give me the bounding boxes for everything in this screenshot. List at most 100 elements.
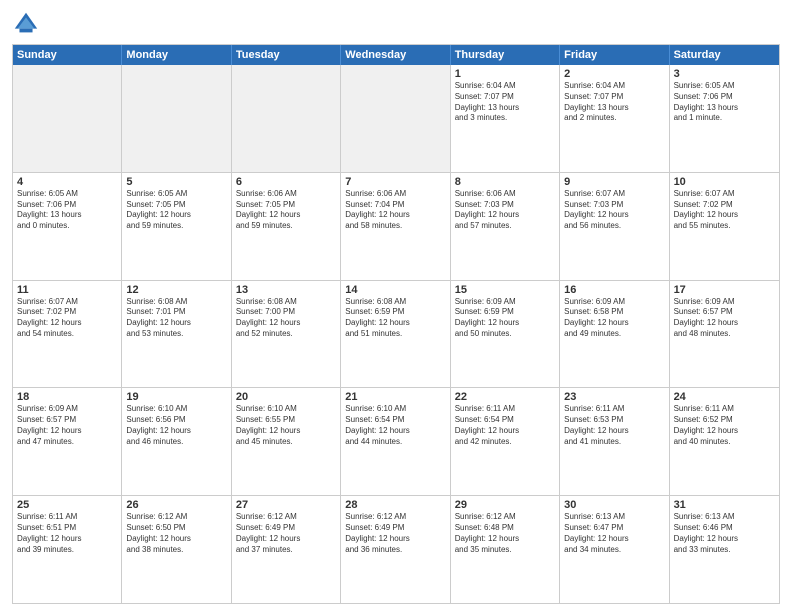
calendar: SundayMondayTuesdayWednesdayThursdayFrid… [12, 44, 780, 604]
calendar-cell: 18Sunrise: 6:09 AM Sunset: 6:57 PM Dayli… [13, 388, 122, 495]
day-number: 1 [455, 68, 555, 80]
day-info: Sunrise: 6:06 AM Sunset: 7:04 PM Dayligh… [345, 189, 445, 232]
calendar-cell: 4Sunrise: 6:05 AM Sunset: 7:06 PM Daylig… [13, 173, 122, 280]
day-number: 28 [345, 499, 445, 511]
calendar-header-cell: Sunday [13, 45, 122, 65]
calendar-cell: 9Sunrise: 6:07 AM Sunset: 7:03 PM Daylig… [560, 173, 669, 280]
calendar-cell [232, 65, 341, 172]
calendar-cell: 16Sunrise: 6:09 AM Sunset: 6:58 PM Dayli… [560, 281, 669, 388]
day-number: 22 [455, 391, 555, 403]
calendar-header-cell: Tuesday [232, 45, 341, 65]
day-number: 14 [345, 284, 445, 296]
day-info: Sunrise: 6:12 AM Sunset: 6:49 PM Dayligh… [345, 512, 445, 555]
calendar-row: 25Sunrise: 6:11 AM Sunset: 6:51 PM Dayli… [13, 495, 779, 603]
calendar-cell: 5Sunrise: 6:05 AM Sunset: 7:05 PM Daylig… [122, 173, 231, 280]
day-number: 24 [674, 391, 775, 403]
day-info: Sunrise: 6:11 AM Sunset: 6:51 PM Dayligh… [17, 512, 117, 555]
calendar-cell: 12Sunrise: 6:08 AM Sunset: 7:01 PM Dayli… [122, 281, 231, 388]
day-info: Sunrise: 6:10 AM Sunset: 6:55 PM Dayligh… [236, 404, 336, 447]
day-number: 25 [17, 499, 117, 511]
calendar-cell: 22Sunrise: 6:11 AM Sunset: 6:54 PM Dayli… [451, 388, 560, 495]
calendar-cell: 10Sunrise: 6:07 AM Sunset: 7:02 PM Dayli… [670, 173, 779, 280]
calendar-header-cell: Saturday [670, 45, 779, 65]
day-number: 10 [674, 176, 775, 188]
day-info: Sunrise: 6:13 AM Sunset: 6:47 PM Dayligh… [564, 512, 664, 555]
day-info: Sunrise: 6:08 AM Sunset: 7:00 PM Dayligh… [236, 297, 336, 340]
calendar-cell: 26Sunrise: 6:12 AM Sunset: 6:50 PM Dayli… [122, 496, 231, 603]
day-number: 23 [564, 391, 664, 403]
calendar-cell: 7Sunrise: 6:06 AM Sunset: 7:04 PM Daylig… [341, 173, 450, 280]
day-number: 18 [17, 391, 117, 403]
day-number: 9 [564, 176, 664, 188]
day-number: 15 [455, 284, 555, 296]
calendar-cell: 1Sunrise: 6:04 AM Sunset: 7:07 PM Daylig… [451, 65, 560, 172]
day-info: Sunrise: 6:11 AM Sunset: 6:54 PM Dayligh… [455, 404, 555, 447]
day-info: Sunrise: 6:06 AM Sunset: 7:05 PM Dayligh… [236, 189, 336, 232]
day-number: 6 [236, 176, 336, 188]
calendar-cell: 25Sunrise: 6:11 AM Sunset: 6:51 PM Dayli… [13, 496, 122, 603]
day-info: Sunrise: 6:07 AM Sunset: 7:02 PM Dayligh… [674, 189, 775, 232]
day-info: Sunrise: 6:05 AM Sunset: 7:06 PM Dayligh… [674, 81, 775, 124]
day-info: Sunrise: 6:12 AM Sunset: 6:50 PM Dayligh… [126, 512, 226, 555]
calendar-cell: 29Sunrise: 6:12 AM Sunset: 6:48 PM Dayli… [451, 496, 560, 603]
day-info: Sunrise: 6:05 AM Sunset: 7:05 PM Dayligh… [126, 189, 226, 232]
day-number: 11 [17, 284, 117, 296]
day-number: 7 [345, 176, 445, 188]
calendar-cell: 14Sunrise: 6:08 AM Sunset: 6:59 PM Dayli… [341, 281, 450, 388]
calendar-body: 1Sunrise: 6:04 AM Sunset: 7:07 PM Daylig… [13, 65, 779, 603]
day-info: Sunrise: 6:13 AM Sunset: 6:46 PM Dayligh… [674, 512, 775, 555]
calendar-cell: 24Sunrise: 6:11 AM Sunset: 6:52 PM Dayli… [670, 388, 779, 495]
day-number: 16 [564, 284, 664, 296]
day-info: Sunrise: 6:08 AM Sunset: 7:01 PM Dayligh… [126, 297, 226, 340]
day-info: Sunrise: 6:07 AM Sunset: 7:02 PM Dayligh… [17, 297, 117, 340]
calendar-cell: 23Sunrise: 6:11 AM Sunset: 6:53 PM Dayli… [560, 388, 669, 495]
day-number: 26 [126, 499, 226, 511]
calendar-cell: 28Sunrise: 6:12 AM Sunset: 6:49 PM Dayli… [341, 496, 450, 603]
calendar-cell [122, 65, 231, 172]
day-number: 8 [455, 176, 555, 188]
day-info: Sunrise: 6:05 AM Sunset: 7:06 PM Dayligh… [17, 189, 117, 232]
day-number: 31 [674, 499, 775, 511]
day-number: 5 [126, 176, 226, 188]
day-number: 27 [236, 499, 336, 511]
logo-icon [12, 10, 40, 38]
calendar-row: 11Sunrise: 6:07 AM Sunset: 7:02 PM Dayli… [13, 280, 779, 388]
day-info: Sunrise: 6:11 AM Sunset: 6:52 PM Dayligh… [674, 404, 775, 447]
day-number: 2 [564, 68, 664, 80]
day-info: Sunrise: 6:10 AM Sunset: 6:54 PM Dayligh… [345, 404, 445, 447]
day-number: 13 [236, 284, 336, 296]
day-info: Sunrise: 6:08 AM Sunset: 6:59 PM Dayligh… [345, 297, 445, 340]
day-info: Sunrise: 6:10 AM Sunset: 6:56 PM Dayligh… [126, 404, 226, 447]
calendar-cell: 15Sunrise: 6:09 AM Sunset: 6:59 PM Dayli… [451, 281, 560, 388]
day-info: Sunrise: 6:09 AM Sunset: 6:57 PM Dayligh… [17, 404, 117, 447]
calendar-row: 1Sunrise: 6:04 AM Sunset: 7:07 PM Daylig… [13, 65, 779, 172]
calendar-header-cell: Wednesday [341, 45, 450, 65]
calendar-cell: 8Sunrise: 6:06 AM Sunset: 7:03 PM Daylig… [451, 173, 560, 280]
calendar-cell [13, 65, 122, 172]
page: SundayMondayTuesdayWednesdayThursdayFrid… [0, 0, 792, 612]
day-info: Sunrise: 6:12 AM Sunset: 6:49 PM Dayligh… [236, 512, 336, 555]
day-number: 4 [17, 176, 117, 188]
calendar-header: SundayMondayTuesdayWednesdayThursdayFrid… [13, 45, 779, 65]
day-number: 12 [126, 284, 226, 296]
day-number: 30 [564, 499, 664, 511]
calendar-cell: 30Sunrise: 6:13 AM Sunset: 6:47 PM Dayli… [560, 496, 669, 603]
day-info: Sunrise: 6:04 AM Sunset: 7:07 PM Dayligh… [455, 81, 555, 124]
calendar-row: 4Sunrise: 6:05 AM Sunset: 7:06 PM Daylig… [13, 172, 779, 280]
day-info: Sunrise: 6:04 AM Sunset: 7:07 PM Dayligh… [564, 81, 664, 124]
calendar-row: 18Sunrise: 6:09 AM Sunset: 6:57 PM Dayli… [13, 387, 779, 495]
day-number: 17 [674, 284, 775, 296]
calendar-cell: 17Sunrise: 6:09 AM Sunset: 6:57 PM Dayli… [670, 281, 779, 388]
calendar-cell: 31Sunrise: 6:13 AM Sunset: 6:46 PM Dayli… [670, 496, 779, 603]
calendar-cell: 21Sunrise: 6:10 AM Sunset: 6:54 PM Dayli… [341, 388, 450, 495]
calendar-cell: 6Sunrise: 6:06 AM Sunset: 7:05 PM Daylig… [232, 173, 341, 280]
calendar-cell: 20Sunrise: 6:10 AM Sunset: 6:55 PM Dayli… [232, 388, 341, 495]
day-number: 29 [455, 499, 555, 511]
calendar-header-cell: Monday [122, 45, 231, 65]
day-number: 3 [674, 68, 775, 80]
day-info: Sunrise: 6:12 AM Sunset: 6:48 PM Dayligh… [455, 512, 555, 555]
day-info: Sunrise: 6:06 AM Sunset: 7:03 PM Dayligh… [455, 189, 555, 232]
calendar-cell: 19Sunrise: 6:10 AM Sunset: 6:56 PM Dayli… [122, 388, 231, 495]
day-info: Sunrise: 6:09 AM Sunset: 6:58 PM Dayligh… [564, 297, 664, 340]
header [12, 10, 780, 38]
